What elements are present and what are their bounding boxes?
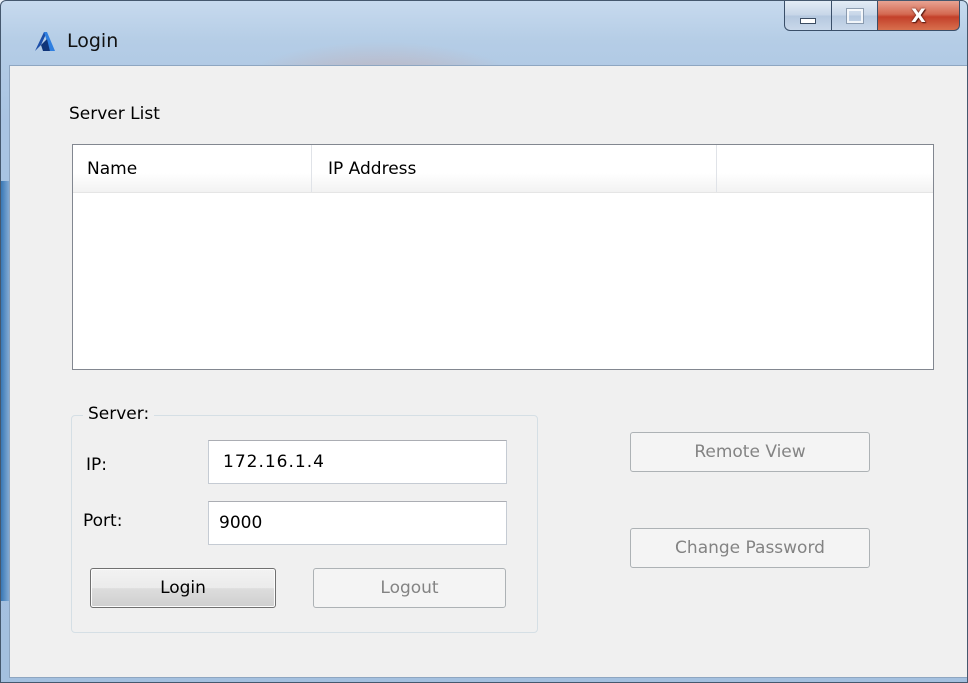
- server-list-header: Name IP Address: [73, 145, 933, 193]
- column-header-ip-address[interactable]: IP Address: [312, 145, 717, 192]
- ip-input[interactable]: [208, 440, 507, 484]
- port-label: Port:: [83, 511, 123, 531]
- login-button[interactable]: Login: [90, 568, 276, 608]
- column-header-name[interactable]: Name: [73, 145, 312, 192]
- ip-label: IP:: [86, 455, 107, 475]
- window-title: Login: [67, 30, 119, 52]
- minimize-icon: [800, 17, 816, 24]
- logout-button[interactable]: Logout: [313, 568, 506, 608]
- dialog-client-area: Server List Name IP Address Server: IP: …: [9, 65, 967, 678]
- window-edge-decoration: [1, 181, 9, 601]
- maximize-icon: [845, 7, 864, 24]
- server-list-table[interactable]: Name IP Address: [72, 144, 934, 370]
- minimize-button[interactable]: [784, 1, 832, 31]
- remote-view-button[interactable]: Remote View: [630, 432, 870, 472]
- close-icon: X: [911, 4, 926, 27]
- column-header-empty[interactable]: [717, 145, 933, 192]
- close-button[interactable]: X: [878, 1, 960, 31]
- app-logo-icon: [35, 32, 55, 51]
- change-password-button[interactable]: Change Password: [630, 528, 870, 568]
- login-window: Login X Server List Name IP Address Serv…: [0, 0, 968, 683]
- window-controls: X: [784, 1, 960, 31]
- title-bar[interactable]: Login X: [1, 1, 967, 57]
- port-input[interactable]: [208, 501, 507, 545]
- server-list-label: Server List: [69, 104, 160, 124]
- server-group-title: Server:: [83, 404, 155, 424]
- maximize-button[interactable]: [832, 1, 878, 31]
